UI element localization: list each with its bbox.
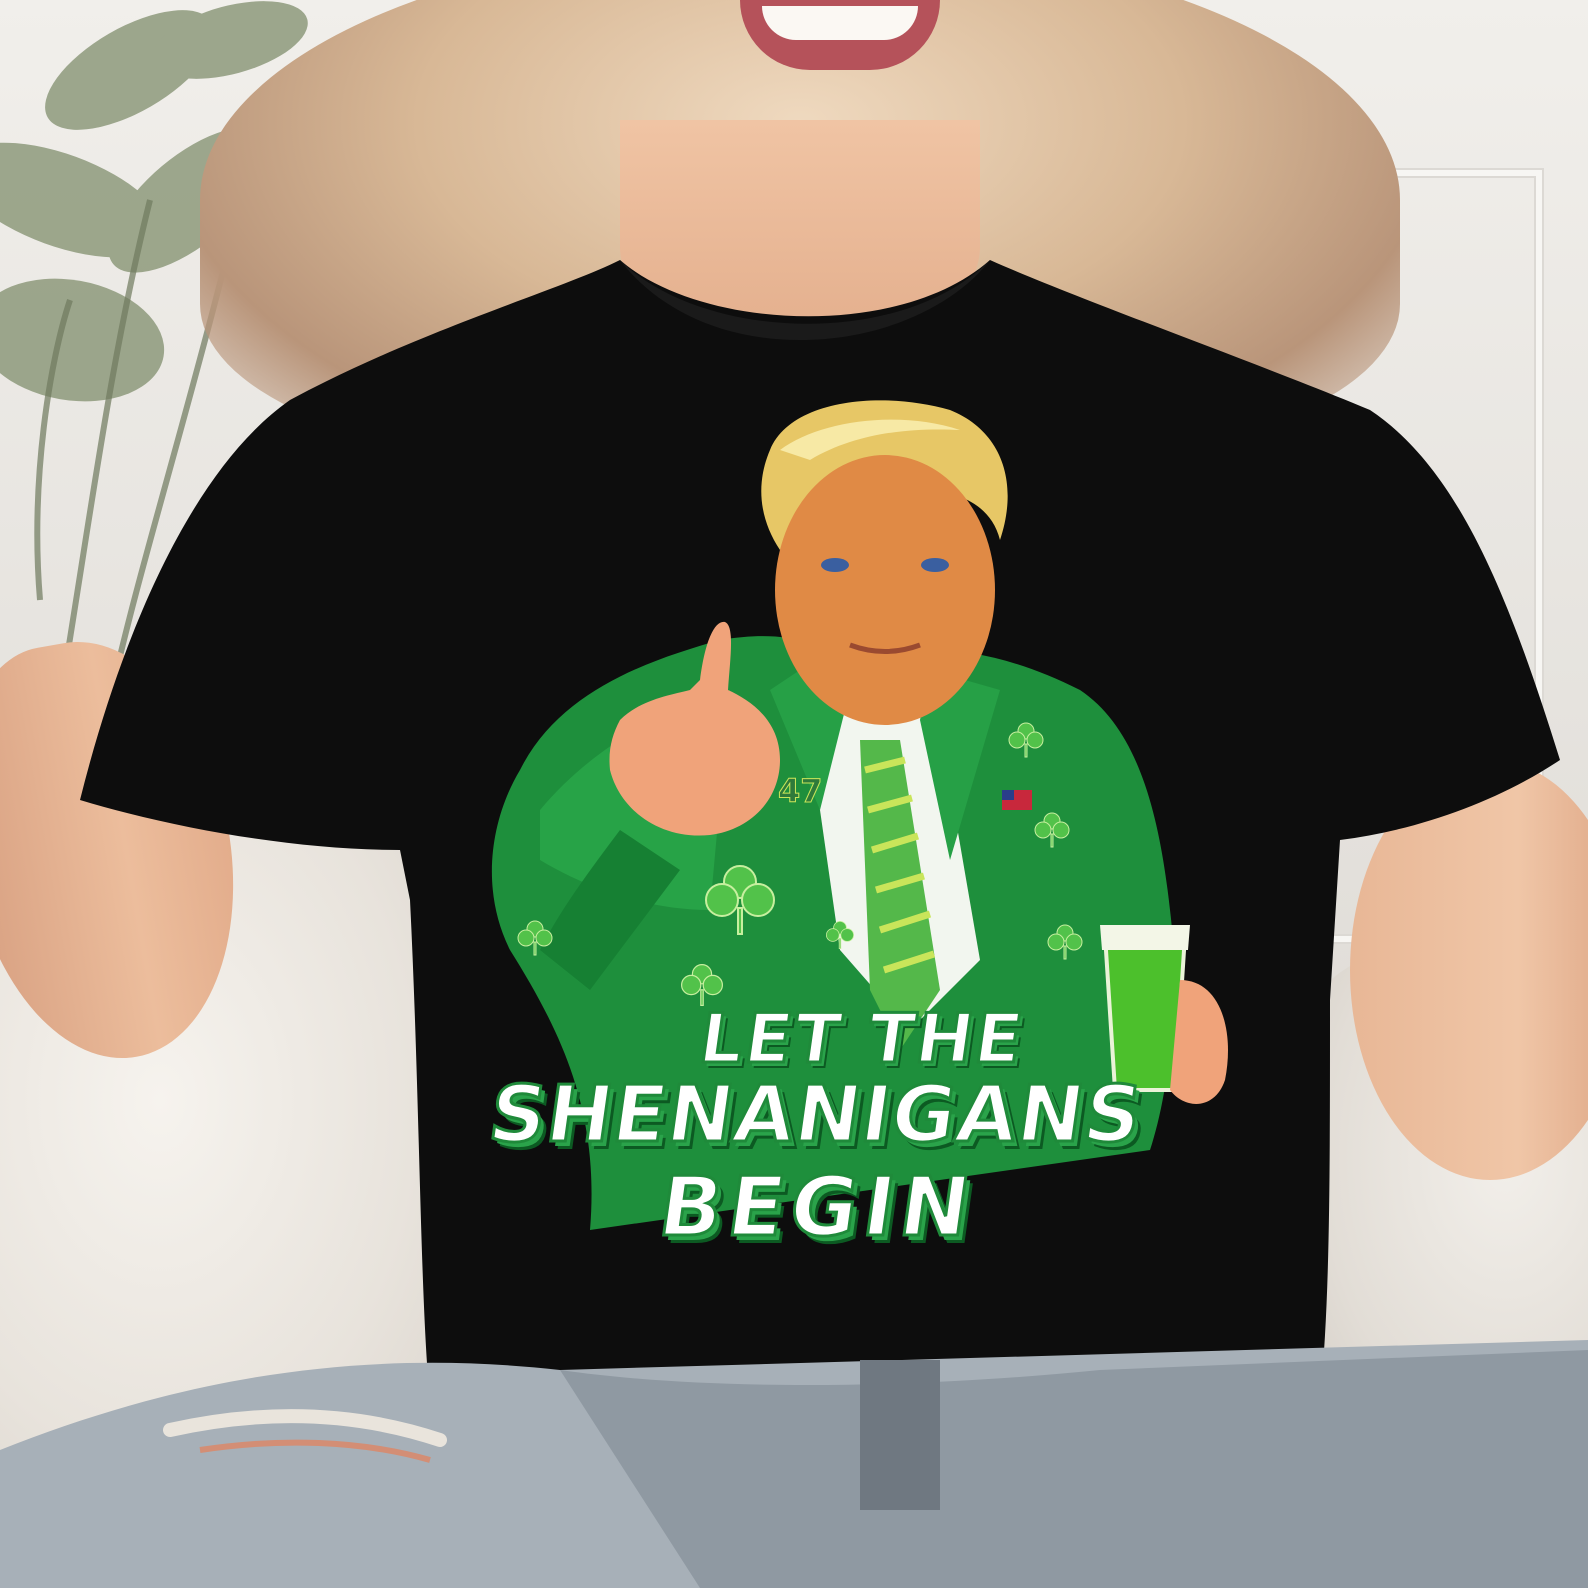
product-photo: 47 LET THE SHENANIGANS BEGIN [0, 0, 1588, 1588]
tan-face [775, 455, 995, 725]
ripped-jeans [0, 1340, 1588, 1588]
shirt-graphic: 47 [491, 400, 1228, 1230]
lapel-pin-number: 47 [778, 772, 823, 810]
holding-hand [1170, 980, 1228, 1104]
